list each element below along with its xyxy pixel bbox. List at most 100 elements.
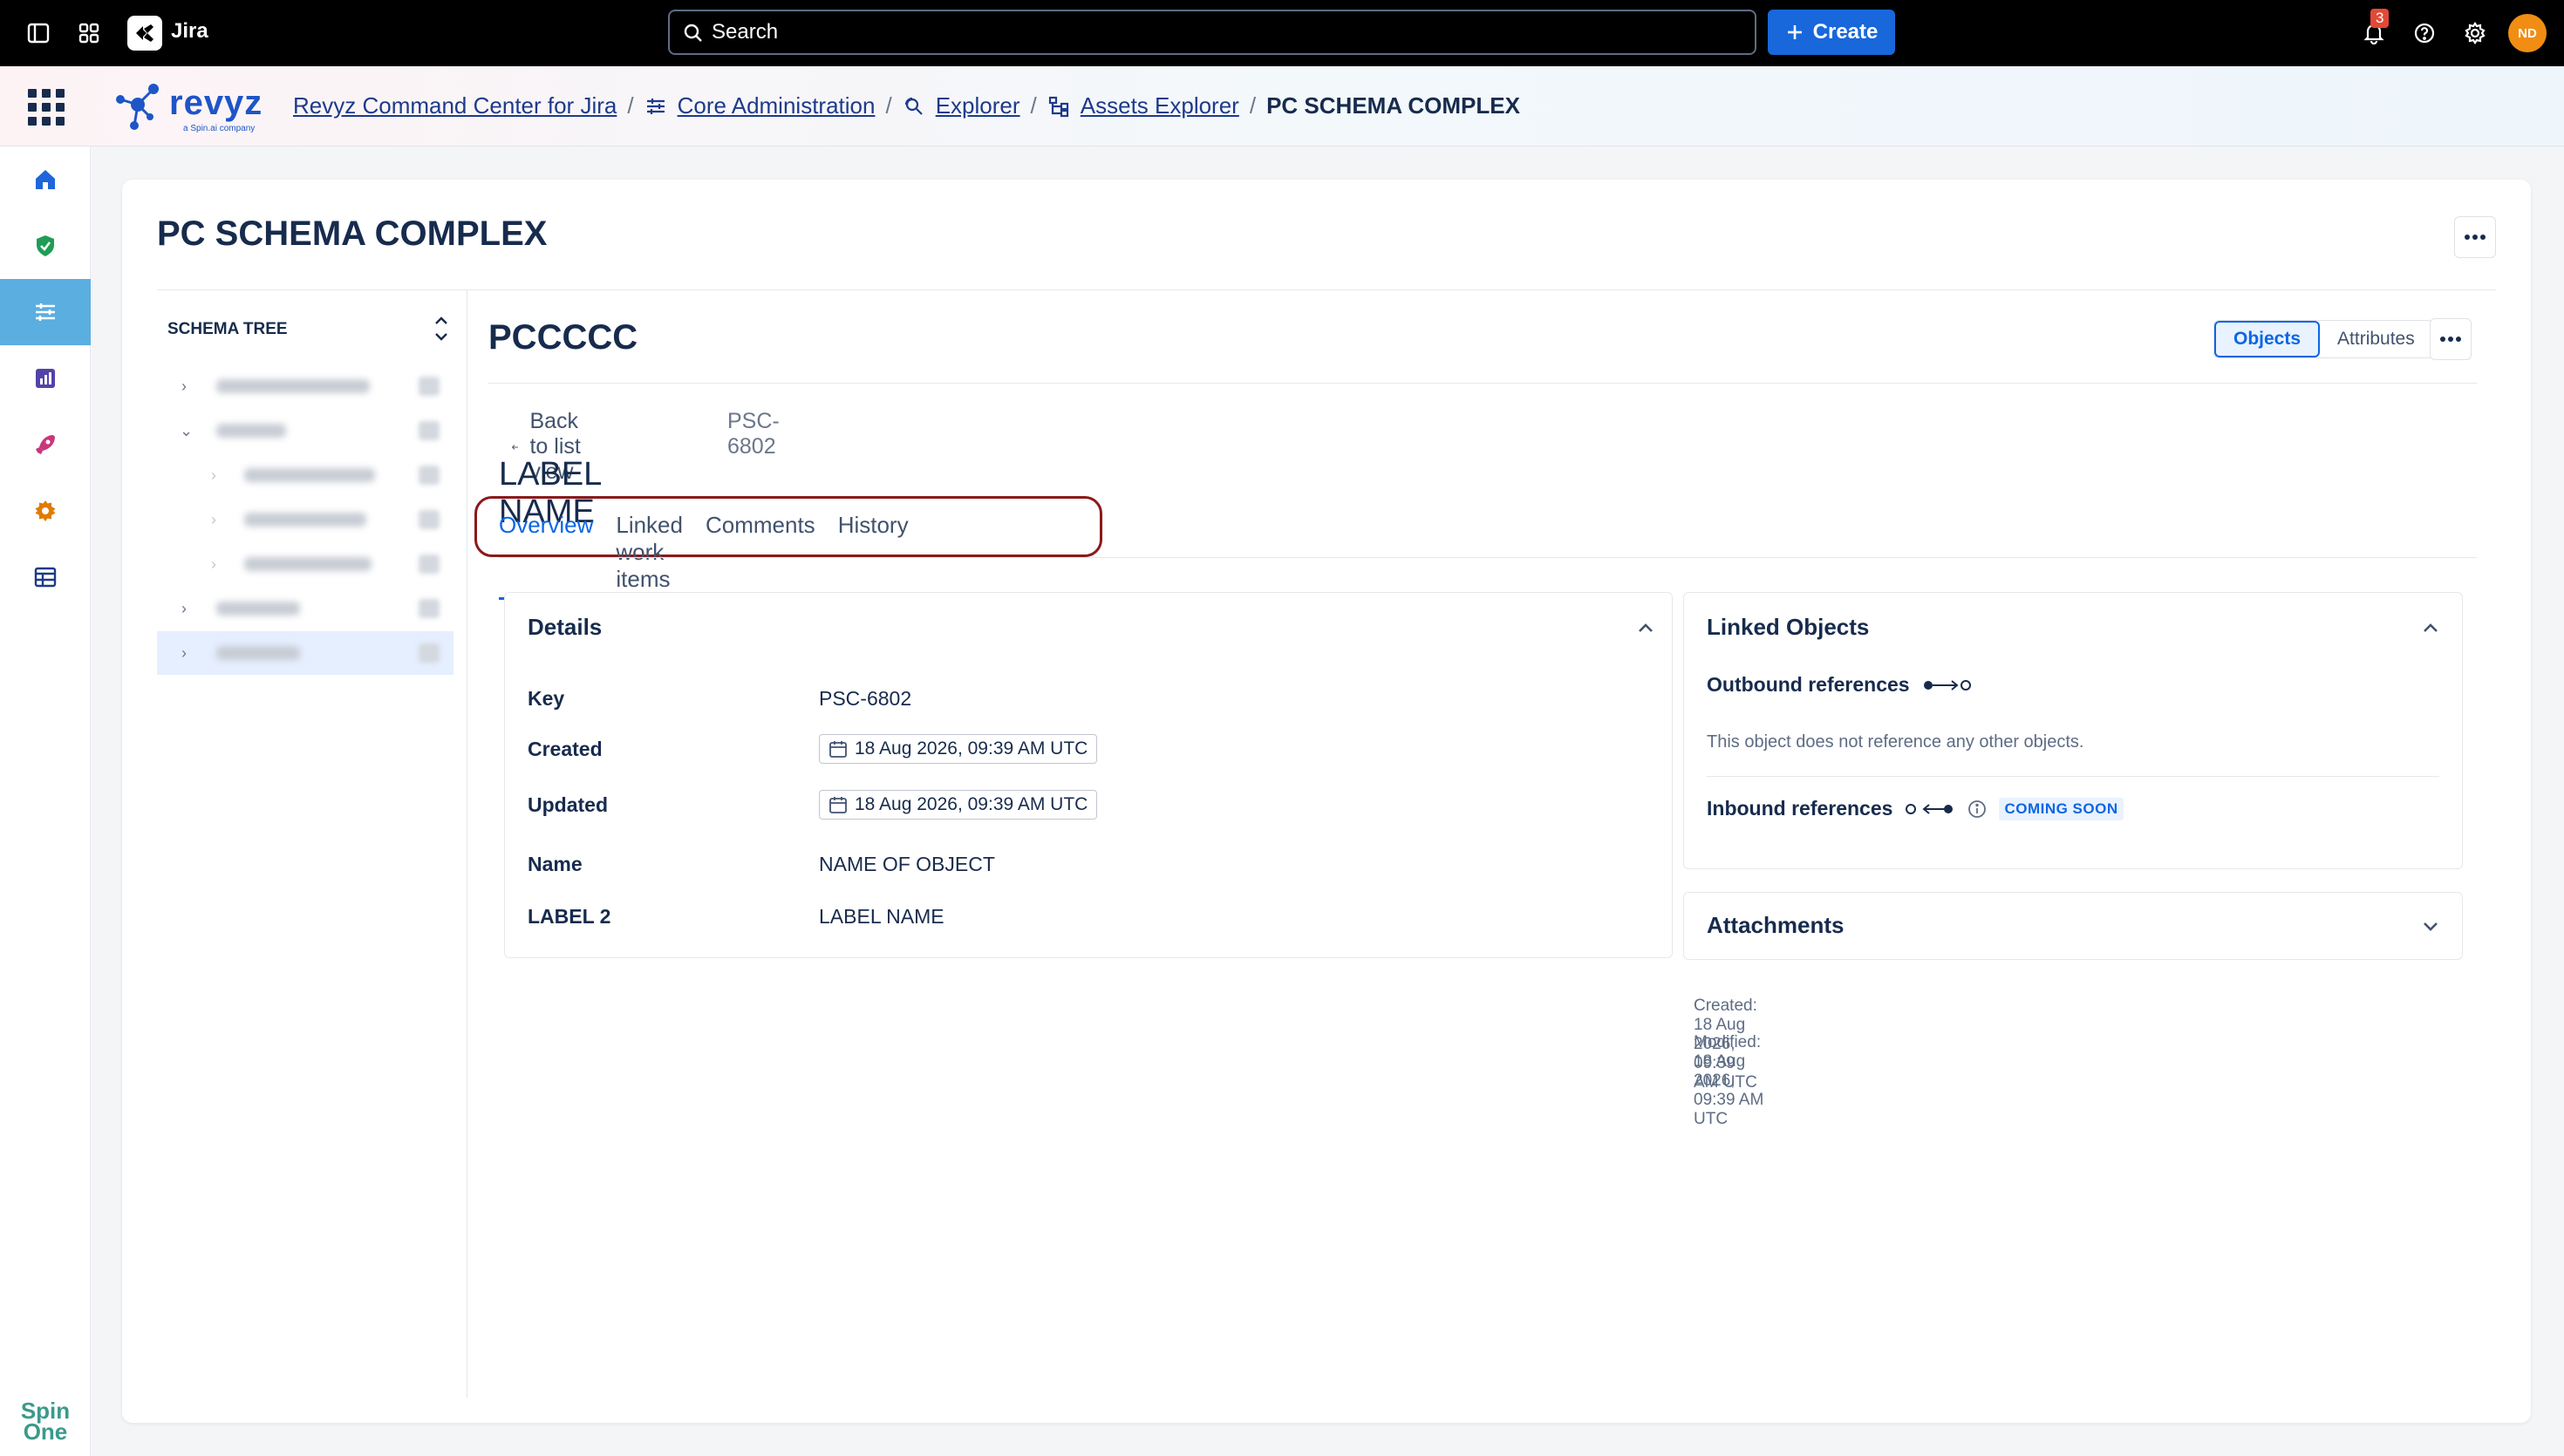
tab-linked-work-items[interactable]: Linked work items	[616, 512, 683, 600]
tree-item-count	[419, 510, 440, 529]
tab-history[interactable]: History	[838, 512, 909, 600]
left-navigation-rail: Spin One	[0, 146, 91, 1456]
tree-item-label	[216, 646, 300, 660]
inbound-references-label: Inbound references	[1707, 797, 1893, 820]
sidebar-toggle-icon[interactable]	[23, 17, 54, 49]
divider	[1707, 776, 2439, 777]
tab-overview[interactable]: Overview	[499, 512, 594, 600]
revyz-logo[interactable]: revyz a Spin.ai company	[108, 78, 265, 136]
expand-collapse-icon[interactable]	[431, 313, 452, 344]
objects-view-button[interactable]: Objects	[2214, 321, 2321, 357]
search-input[interactable]: Search	[668, 10, 1756, 55]
chevron-right-icon: ›	[211, 466, 216, 484]
modified-meta: Modified: 18 Aug 2026, 09:39 AM UTC	[1694, 1033, 1765, 1129]
breadcrumb-explorer[interactable]: Explorer	[936, 92, 1020, 119]
tree-item-label	[244, 557, 372, 571]
detail-value: 18 Aug 2026, 09:39 AM UTC	[855, 794, 1088, 814]
bar-chart-icon	[36, 369, 55, 388]
calendar-icon	[829, 797, 847, 813]
rocket-icon	[36, 435, 55, 454]
schema-tree-panel: SCHEMA TREE › ⌄ › › › › ›	[157, 290, 467, 1398]
detail-label: Key	[528, 687, 565, 710]
rail-home[interactable]	[0, 146, 91, 213]
attributes-view-button[interactable]: Attributes	[2320, 321, 2432, 357]
detail-label: Name	[528, 853, 583, 875]
breadcrumb-assets-explorer[interactable]: Assets Explorer	[1081, 92, 1239, 119]
detail-value: 18 Aug 2026, 09:39 AM UTC	[855, 738, 1088, 759]
hierarchy-icon	[1047, 95, 1070, 118]
product-name[interactable]: Jira	[171, 19, 208, 44]
tree-item[interactable]: ›	[157, 364, 453, 408]
rail-deploy[interactable]	[0, 412, 91, 478]
details-title: Details	[528, 614, 603, 640]
rail-reports[interactable]	[0, 345, 91, 412]
details-panel: Details Key PSC-6802 Created 18 Aug 2026…	[504, 592, 1673, 958]
chevron-right-icon: ›	[181, 377, 187, 395]
outbound-references-note: This object does not reference any other…	[1707, 732, 2084, 752]
rail-administration[interactable]	[0, 279, 91, 345]
detail-row-label-2: LABEL 2 LABEL NAME	[528, 905, 944, 929]
outbound-references-label: Outbound references	[1707, 673, 1910, 696]
more-horizontal-icon	[2440, 337, 2461, 342]
tree-item[interactable]: ›	[157, 587, 453, 630]
tree-item-selected[interactable]: ›	[157, 631, 453, 675]
spinone-logo[interactable]: Spin One	[19, 1399, 72, 1443]
tree-item-count	[419, 421, 440, 440]
modified-meta-value: 18 Aug 2026, 09:39 AM UTC	[1694, 1052, 1764, 1128]
tree-item[interactable]: ›	[157, 453, 453, 497]
breadcrumb-separator: /	[885, 92, 892, 119]
linked-objects-title: Linked Objects	[1707, 614, 1870, 640]
detail-label: Updated	[528, 793, 608, 816]
breadcrumb-core-administration[interactable]: Core Administration	[678, 92, 876, 119]
home-icon	[36, 170, 55, 189]
settings-gear-icon[interactable]	[2459, 17, 2491, 49]
outbound-arrow-icon	[1923, 679, 1971, 691]
modified-meta-label: Modified:	[1694, 1033, 1762, 1051]
divider	[499, 557, 2477, 558]
chevron-down-icon[interactable]	[2418, 914, 2443, 938]
search-icon	[684, 24, 702, 42]
object-tabs: Overview Linked work items Comments Hist…	[499, 512, 909, 600]
chevron-up-icon[interactable]	[1633, 616, 1658, 640]
tree-item-label	[244, 513, 366, 527]
info-icon[interactable]	[1967, 799, 1987, 819]
user-avatar[interactable]: ND	[2508, 14, 2547, 52]
jira-logo-icon[interactable]	[127, 16, 162, 51]
page-more-actions-button[interactable]	[2454, 216, 2496, 258]
chevron-up-icon[interactable]	[2418, 616, 2443, 640]
breadcrumb-revyz-command-center[interactable]: Revyz Command Center for Jira	[293, 92, 617, 119]
tab-comments[interactable]: Comments	[706, 512, 815, 600]
arrow-left-icon	[511, 444, 518, 450]
detail-label: LABEL 2	[528, 905, 611, 928]
chevron-down-icon: ⌄	[180, 421, 194, 439]
view-toggle: Objects Attributes	[2213, 320, 2433, 358]
help-icon[interactable]	[2409, 17, 2440, 49]
explorer-gear-search-icon	[903, 95, 925, 118]
page-title: PC SCHEMA COMPLEX	[157, 214, 548, 253]
create-label: Create	[1812, 20, 1879, 44]
app-menu-grid-icon[interactable]	[28, 89, 65, 126]
breadcrumb-separator: /	[627, 92, 634, 119]
rail-settings[interactable]	[0, 478, 91, 544]
tree-item[interactable]: ›	[157, 498, 453, 541]
sliders-icon	[36, 303, 55, 321]
object-more-actions-button[interactable]	[2430, 318, 2472, 360]
detail-row-created: Created 18 Aug 2026, 09:39 AM UTC	[528, 734, 1098, 764]
app-header: revyz a Spin.ai company Revyz Command Ce…	[0, 66, 2564, 146]
app-switcher-icon[interactable]	[73, 17, 105, 49]
attachments-panel[interactable]: Attachments	[1683, 892, 2463, 960]
more-horizontal-icon	[2465, 235, 2486, 240]
detail-row-updated: Updated 18 Aug 2026, 09:39 AM UTC	[528, 790, 1098, 820]
tree-item-count	[419, 599, 440, 618]
tree-item[interactable]: ›	[157, 542, 453, 586]
breadcrumb-separator: /	[1249, 92, 1257, 119]
detail-row-name: Name NAME OF OBJECT	[528, 853, 995, 876]
coming-soon-badge: COMING SOON	[1999, 797, 2124, 820]
breadcrumb-current: PC SCHEMA COMPLEX	[1266, 92, 1520, 119]
notification-count-badge: 3	[2370, 9, 2390, 28]
tree-item[interactable]: ⌄	[157, 409, 453, 452]
rail-security[interactable]	[0, 213, 91, 279]
create-button[interactable]: Create	[1768, 10, 1895, 55]
linked-objects-panel: Linked Objects Outbound references This …	[1683, 592, 2463, 869]
rail-tables[interactable]	[0, 544, 91, 610]
